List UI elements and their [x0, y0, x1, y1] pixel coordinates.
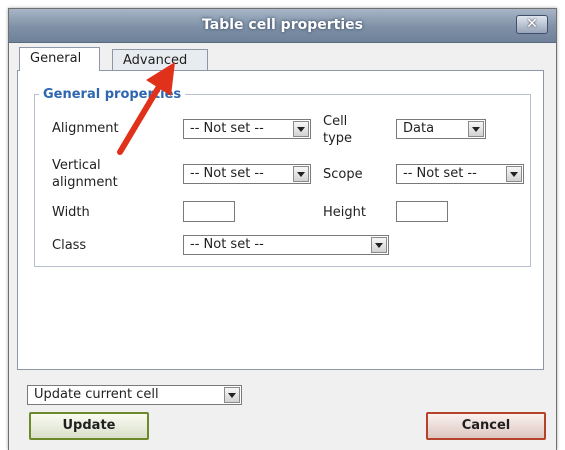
chevron-down-icon[interactable]: [224, 387, 240, 403]
scope-label: Scope: [323, 167, 363, 182]
vertical-alignment-label-line1: Vertical: [52, 158, 101, 173]
close-icon[interactable]: ✕: [516, 15, 548, 34]
vertical-alignment-select-value: -- Not set --: [190, 166, 264, 181]
update-button[interactable]: Update: [29, 412, 149, 440]
chevron-down-icon[interactable]: [371, 237, 387, 253]
alignment-select-value: -- Not set --: [190, 121, 264, 136]
height-label: Height: [323, 205, 366, 220]
cell-type-select[interactable]: Data: [396, 119, 486, 139]
scope-select[interactable]: -- Not set --: [396, 164, 524, 184]
tab-general[interactable]: General: [19, 47, 100, 71]
chevron-down-icon[interactable]: [293, 121, 309, 137]
alignment-label: Alignment: [52, 121, 119, 136]
chevron-down-icon[interactable]: [506, 166, 522, 182]
update-scope-select-value: Update current cell: [34, 387, 159, 402]
class-label: Class: [52, 238, 87, 253]
class-select[interactable]: -- Not set --: [183, 235, 389, 255]
dialog-title: Table cell properties: [202, 17, 363, 33]
cell-type-select-value: Data: [403, 121, 435, 136]
chevron-down-icon[interactable]: [468, 121, 484, 137]
cell-type-label-line2: type: [323, 131, 353, 146]
width-label: Width: [52, 205, 90, 220]
alignment-select[interactable]: -- Not set --: [183, 119, 311, 139]
height-input[interactable]: [396, 201, 448, 222]
cancel-button[interactable]: Cancel: [426, 412, 546, 440]
scope-select-value: -- Not set --: [403, 166, 477, 181]
chevron-down-icon[interactable]: [293, 166, 309, 182]
cell-type-label-line1: Cell: [323, 114, 348, 129]
general-properties-legend: General properties: [43, 87, 182, 102]
vertical-alignment-select[interactable]: -- Not set --: [183, 164, 311, 184]
vertical-alignment-label-line2: alignment: [52, 175, 118, 190]
tab-advanced[interactable]: Advanced: [112, 49, 208, 71]
class-select-value: -- Not set --: [190, 237, 264, 252]
width-input[interactable]: [183, 201, 235, 222]
title-bar[interactable]: Table cell properties ✕: [9, 9, 556, 43]
update-scope-select[interactable]: Update current cell: [27, 385, 242, 405]
